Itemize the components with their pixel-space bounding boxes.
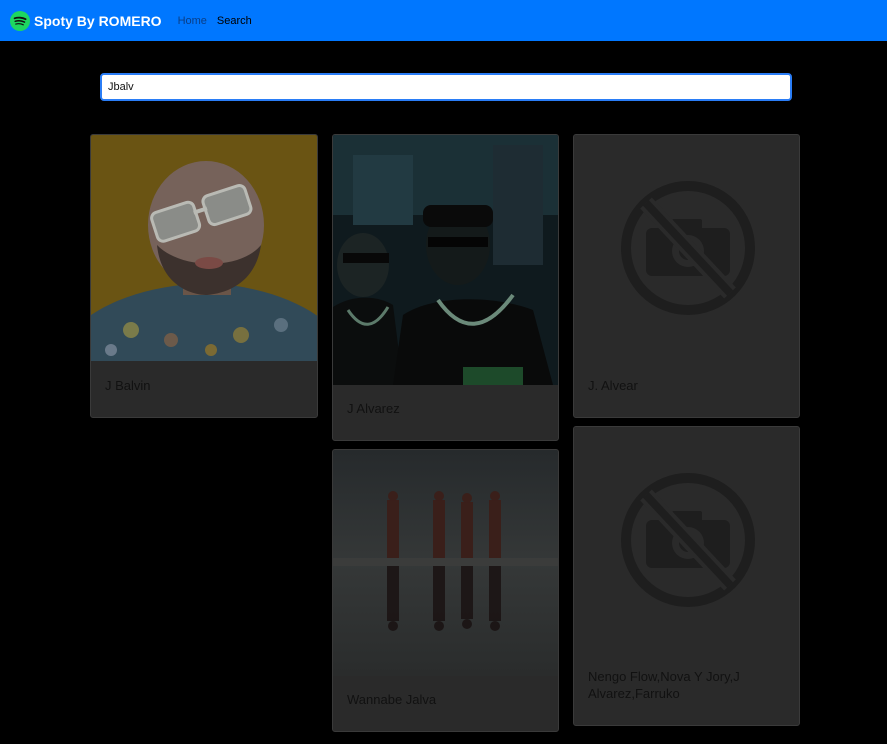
brand[interactable]: Spoty By ROMERO [10, 10, 162, 31]
artist-photo [91, 135, 317, 361]
artist-card[interactable]: Nengo Flow,Nova Y Jory,J Alvarez,Farruko [573, 426, 800, 726]
artist-card[interactable]: J Balvin [90, 134, 318, 418]
artist-name: J Balvin [105, 378, 151, 393]
spotify-icon [10, 10, 30, 31]
no-image-icon [574, 427, 799, 653]
artist-card[interactable]: Wannabe Jalva [332, 449, 559, 732]
artist-photo [333, 450, 558, 676]
artist-name: Wannabe Jalva [347, 692, 437, 707]
nav-link-home[interactable]: Home [178, 15, 207, 27]
artist-card[interactable]: J Alvarez [332, 134, 559, 441]
artist-name: Nengo Flow,Nova Y Jory,J Alvarez,Farruko [588, 669, 740, 701]
artist-name: J. Alvear [588, 378, 638, 393]
search-input[interactable] [100, 73, 792, 101]
nav-link-search[interactable]: Search [217, 15, 252, 27]
navbar: Spoty By ROMERO Home Search [0, 0, 887, 41]
brand-name: Spoty By ROMERO [34, 12, 162, 29]
artist-name: J Alvarez [347, 401, 400, 416]
no-image-icon [574, 135, 799, 361]
artist-card[interactable]: J. Alvear [573, 134, 800, 418]
artist-photo [333, 135, 558, 385]
